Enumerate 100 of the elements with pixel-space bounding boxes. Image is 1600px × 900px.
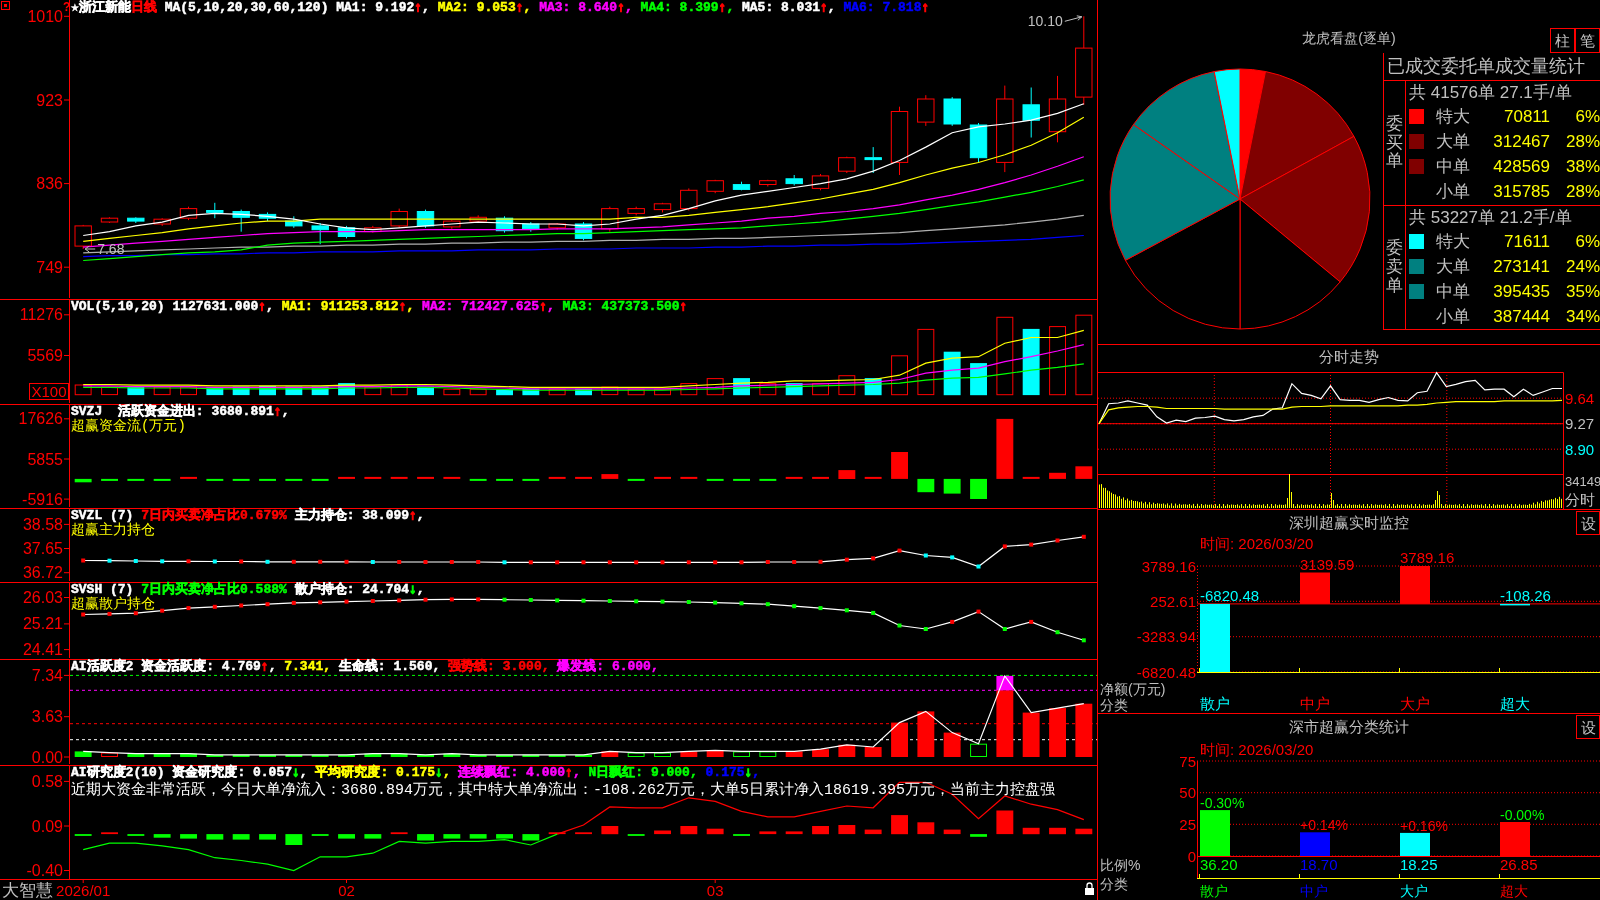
chart-bar [1300, 832, 1330, 856]
axis-label: -6820.48 [1136, 663, 1196, 681]
chart-bar [759, 751, 777, 757]
chart-bar [101, 386, 118, 396]
chart-bar [443, 476, 461, 479]
panel-title: 龙虎看盘(逐单) [1302, 30, 1396, 46]
row-percent: 6% [1575, 106, 1600, 128]
row-label: 小单 [1436, 181, 1470, 203]
chart-bar [101, 832, 118, 835]
chart-legend: VOL(5,10,20) 1127631.000↑, MA1: 911253.812↑, MA2: 712427.625↑, MA3: 437373.500↑ [71, 300, 688, 314]
point-marker [344, 599, 349, 604]
chart-subtitle: 超赢主力持仓 [71, 523, 155, 537]
chart-bar [970, 363, 987, 396]
point-marker [291, 559, 296, 564]
date-label: 03 [706, 882, 724, 899]
chart-bar [1049, 326, 1066, 396]
chart-bar [206, 834, 224, 840]
chart-bar [417, 754, 434, 757]
chart-bar [390, 753, 408, 757]
chart-bar [943, 478, 961, 494]
point-marker [976, 609, 981, 614]
chart-bar [469, 388, 487, 396]
point-marker [871, 610, 876, 615]
settings-button[interactable]: 设 [1576, 511, 1600, 535]
axis-title: 净额(万元) [1100, 681, 1166, 697]
axis-title: 比例% [1100, 857, 1141, 873]
chart-bar [601, 826, 619, 835]
axis-label: 7.34 [31, 666, 63, 684]
category-label: 超大 [1500, 883, 1528, 899]
chart-bar [917, 478, 935, 493]
point-marker [528, 560, 533, 565]
chart-bar [232, 386, 250, 396]
settings-button[interactable]: 设 [1576, 715, 1600, 739]
point-marker [607, 599, 612, 603]
point-marker [397, 560, 402, 564]
point-marker [318, 559, 323, 564]
chart-legend: SVZL (7) 7日内买卖净占比0.679% 主力持仓: 38.099↑, [71, 509, 425, 523]
axis-label: 50 [1179, 784, 1196, 802]
chart-bar [390, 476, 408, 479]
chart-bar [654, 752, 671, 757]
candlestick [100, 216, 119, 224]
chart-bar [1075, 703, 1093, 757]
point-marker [660, 560, 665, 565]
chart-bar [311, 754, 329, 757]
view-toggle-button[interactable]: 柱 [1550, 28, 1575, 53]
point-marker [713, 600, 718, 605]
chart-bar [153, 478, 171, 481]
candlestick [522, 221, 540, 233]
candlestick [364, 225, 382, 234]
chart-bar [601, 386, 619, 396]
chart-bar [601, 751, 619, 757]
axis-label: 17626 [18, 410, 63, 428]
chart-bar [1400, 832, 1430, 856]
row-percent: 35% [1565, 281, 1600, 303]
date-time-label: 时间: 2026/03/20 [1200, 536, 1314, 552]
chart-bar [759, 831, 777, 835]
candlestick [127, 216, 145, 224]
point-marker [239, 559, 244, 564]
chart-bar [812, 826, 829, 835]
chart-bar [443, 388, 461, 396]
row-value: 70811 [1504, 106, 1550, 128]
chart-bar [364, 476, 382, 479]
chart-bar [180, 834, 197, 839]
chart-bar [259, 754, 276, 757]
chart-bar [285, 478, 303, 481]
value-label: 3789.16 [1400, 549, 1455, 566]
point-marker [555, 598, 560, 603]
candlestick [443, 219, 461, 230]
axis-label: 836 [36, 175, 63, 193]
change-label: +0.16% [1400, 817, 1448, 834]
chart-bar [654, 830, 671, 835]
point-marker [897, 548, 902, 553]
chart-bar [943, 351, 961, 396]
point-marker [555, 560, 560, 565]
chart-bar [970, 834, 987, 837]
view-toggle-button[interactable]: 笔 [1575, 28, 1600, 53]
chart-bar [680, 826, 698, 835]
chart-bar [706, 378, 724, 396]
point-marker [265, 559, 270, 564]
candlestick [732, 181, 751, 191]
chart-bar [759, 478, 777, 481]
chart-bar [74, 751, 92, 757]
group-label: 委卖单 [1386, 239, 1403, 296]
chart-bar [943, 732, 961, 757]
point-marker [344, 559, 349, 564]
point-marker [476, 597, 481, 602]
point-marker [765, 560, 770, 564]
chart-bar [259, 834, 276, 840]
category-label: 超大 [1500, 695, 1530, 712]
chart-bar [1500, 603, 1530, 606]
chart-bar [496, 478, 513, 481]
point-marker [212, 604, 217, 609]
chart-bar [1200, 603, 1230, 672]
point-marker [370, 560, 375, 564]
chart-bar [311, 478, 329, 481]
value-label: -6820.48 [1200, 586, 1260, 604]
point-marker [871, 556, 876, 561]
point-marker [81, 558, 86, 563]
chart-bar [1049, 827, 1066, 835]
chart-bar [575, 754, 592, 757]
